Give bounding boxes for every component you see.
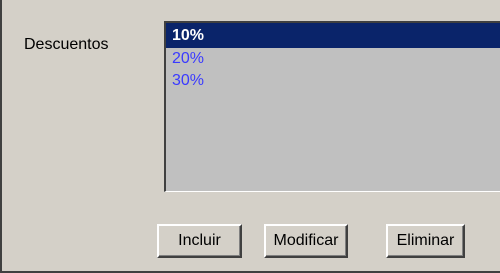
list-item-20-percent[interactable]: 20% (166, 48, 500, 70)
discounts-panel: Descuentos 10% 20% 30% Incluir Modificar… (0, 0, 500, 273)
modify-button[interactable]: Modificar (264, 224, 348, 258)
include-button[interactable]: Incluir (157, 224, 242, 258)
discounts-label: Descuentos (24, 36, 109, 53)
list-item-10-percent[interactable]: 10% (166, 23, 500, 48)
discounts-listbox[interactable]: 10% 20% 30% (164, 21, 500, 192)
list-item-30-percent[interactable]: 30% (166, 70, 500, 92)
delete-button[interactable]: Eliminar (386, 224, 465, 258)
